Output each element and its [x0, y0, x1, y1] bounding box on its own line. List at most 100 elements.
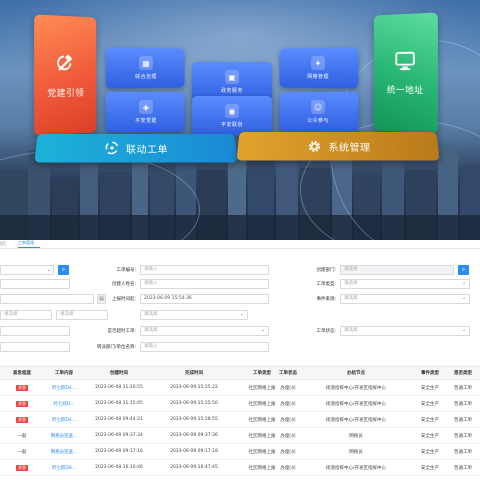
table-row[interactable]: 紧急 莳七跃D4... 2023-06-08 11:20:55 2023-06-09 …	[0, 380, 480, 396]
table-row[interactable]: 紧急 莳七跃D... 2023-06-08 11:15:45 2023-06-09 1…	[0, 396, 480, 412]
chevron-down-icon: ⌄	[46, 267, 51, 273]
left-input-5[interactable]	[0, 326, 70, 336]
cell-created: 2023-06-09 09:37:34	[95, 433, 143, 438]
table-row[interactable]: 一般 网格员巡查... 2023-06-09 09:17:16 2023-06-09 …	[0, 444, 480, 460]
search-button-left[interactable]: ⌕	[58, 265, 69, 275]
cell-status: 办理(4)	[280, 401, 296, 407]
cell-finished: 2023-06-09 09:37:36	[170, 433, 218, 438]
header-content: 工单内容	[55, 371, 73, 376]
cell-urgency: 紧急	[0, 460, 44, 475]
cell-kind: 普通工单	[454, 417, 472, 423]
work-order-panel: 首页 工单管理 ⌄ ⌕ 工单编号: 请输入 创建部门: 请选择 ⌕ 创建人姓名:…	[0, 240, 480, 480]
left-input-1[interactable]: ⌄	[0, 265, 54, 275]
linkage-icon	[105, 142, 119, 154]
creator-name-input[interactable]: 请输入	[140, 279, 269, 289]
cell-event: 安全生产	[421, 401, 439, 407]
left-select-1[interactable]: 请选择	[0, 310, 52, 320]
table-row[interactable]: 紧急 莳七跃D4... 2023-06-08 09:44:21 2023-06-09 …	[0, 412, 480, 428]
grid-icon: ▦	[139, 55, 153, 71]
module-label: 平安联创	[220, 122, 243, 128]
module-label: 公众参与	[307, 117, 329, 125]
cell-urgency: 一般	[17, 449, 27, 455]
system-management-tile[interactable]: 系统管理	[236, 131, 440, 161]
cell-content: 莳七跃D...	[53, 401, 75, 407]
table-row[interactable]: 紧急 莳七跃D8... 2023-06-08 16:10:46 2023-06-09 …	[0, 460, 480, 476]
module-tile-comprehensive[interactable]: ▦ 综合治理	[105, 47, 185, 89]
gear-icon	[305, 138, 322, 154]
module-tile-party-safety[interactable]: ◈ 平安党建	[105, 91, 185, 133]
cell-created: 2023-06-08 11:20:55	[95, 385, 143, 390]
cell-urgency: 紧急	[0, 412, 44, 427]
party-building-label: 党建引领	[47, 88, 85, 99]
linked-work-order-tile[interactable]: 联动工单	[34, 133, 238, 163]
work-order-type-select[interactable]: 请选择	[340, 279, 470, 289]
cell-event: 安全生产	[421, 465, 439, 471]
work-order-no-input[interactable]: 请输入	[140, 265, 269, 275]
cell-finished: 2023-06-09 15:25:22	[170, 385, 218, 390]
cell-event: 安全生产	[421, 385, 439, 391]
tab-work-order-management[interactable]: 工单管理	[18, 240, 40, 248]
middle-select[interactable]: 请选择	[140, 310, 248, 320]
cell-status: 办理(4)	[280, 449, 296, 455]
creator-dept-label: 创建部门:	[316, 268, 336, 273]
urgent-badge: 紧急	[16, 400, 28, 407]
table-row[interactable]: 一般 网格员巡查... 2023-06-09 09:37:34 2023-06-09 …	[0, 428, 480, 444]
event-source-select[interactable]: 请选择	[340, 294, 470, 304]
left-input-2[interactable]	[0, 279, 70, 289]
left-select-2[interactable]: 请选择	[56, 310, 108, 320]
cell-status: 办理(4)	[280, 385, 296, 391]
work-order-no-label: 工单编号:	[116, 268, 136, 273]
party-building-tile[interactable]: 党建引领	[34, 14, 97, 136]
header-urgency: 紧急程度	[13, 371, 31, 376]
cell-status: 办理(4)	[280, 417, 296, 423]
report-time-input[interactable]: 2023-06-09 15:54:36	[140, 294, 269, 304]
creator-dept-input[interactable]: 请选择	[340, 265, 454, 275]
module-tile-public[interactable]: ☺ 公众参与	[279, 91, 359, 133]
urgent-badge: 紧急	[16, 384, 28, 391]
document-icon: ▣	[225, 70, 239, 84]
cell-kind: 普通工单	[454, 433, 472, 439]
cell-content: 莳七跃D4...	[51, 385, 77, 391]
cell-finished: 2023-06-09 16:47:45	[170, 465, 218, 470]
unified-address-label: 统一地址	[386, 85, 424, 96]
cell-created: 2023-06-08 16:10:46	[95, 465, 143, 470]
cell-node: 街道指挥中心/开发区指挥中心	[325, 385, 386, 391]
system-management-label: 系统管理	[328, 142, 371, 154]
dashboard-banner: 党建引领 ▦ 综合治理 ▣ 政务服务 ✦ 网格管理 ◈ 平安党建 ◉ 平安联创 …	[0, 0, 480, 240]
cell-kind: 普通工单	[454, 449, 472, 455]
chevron-down-icon: ⌄	[240, 311, 245, 317]
cell-urgency: 紧急	[0, 380, 44, 395]
cell-finished: 2023-06-09 09:17:18	[170, 449, 218, 454]
monitor-icon	[394, 50, 415, 70]
chevron-down-icon: ⌄	[462, 327, 467, 333]
work-order-status-select[interactable]: 请选择	[340, 326, 470, 336]
cell-status: 办理(4)	[280, 433, 296, 439]
left-input-3[interactable]	[0, 294, 94, 304]
header-finished: 完成时间	[185, 371, 203, 376]
chevron-down-icon: ⌄	[462, 280, 467, 286]
tab-bar: 首页 工单管理	[0, 240, 480, 249]
cell-finished: 2023-06-09 15:25:50	[170, 401, 218, 406]
tab-home[interactable]: 首页	[0, 241, 12, 248]
module-tile-safety-joint[interactable]: ◉ 平安联创	[192, 96, 272, 136]
urgent-badge: 紧急	[16, 464, 28, 471]
cell-content: 网格员巡查...	[50, 433, 78, 439]
cell-content: 网格员巡查...	[50, 449, 78, 455]
report-time-label: 上报时间起:	[111, 297, 136, 302]
module-tile-grid[interactable]: ✦ 网格管理	[279, 47, 359, 89]
urgent-badge: 紧急	[16, 416, 28, 423]
left-input-6[interactable]	[0, 342, 70, 352]
search-button-dept[interactable]: ⌕	[458, 265, 469, 275]
cell-node: 街道指挥中心/开发区指挥中心	[325, 401, 386, 407]
cell-urgency: 紧急	[0, 396, 44, 411]
unified-address-tile[interactable]: 统一地址	[373, 12, 438, 134]
timeout-flag-select[interactable]: 请选择	[140, 326, 269, 336]
header-status: 工单状态	[279, 371, 297, 376]
header-node: 办结节点	[347, 371, 365, 376]
cell-content: 莳七跃D8...	[51, 465, 77, 471]
work-order-type-label: 工单类型:	[316, 282, 336, 287]
cell-node: 网格员	[349, 449, 363, 455]
handler-dept-input[interactable]: 请输入	[140, 342, 269, 352]
network-icon: ✦	[311, 55, 325, 71]
header-created: 创建时间	[110, 371, 128, 376]
